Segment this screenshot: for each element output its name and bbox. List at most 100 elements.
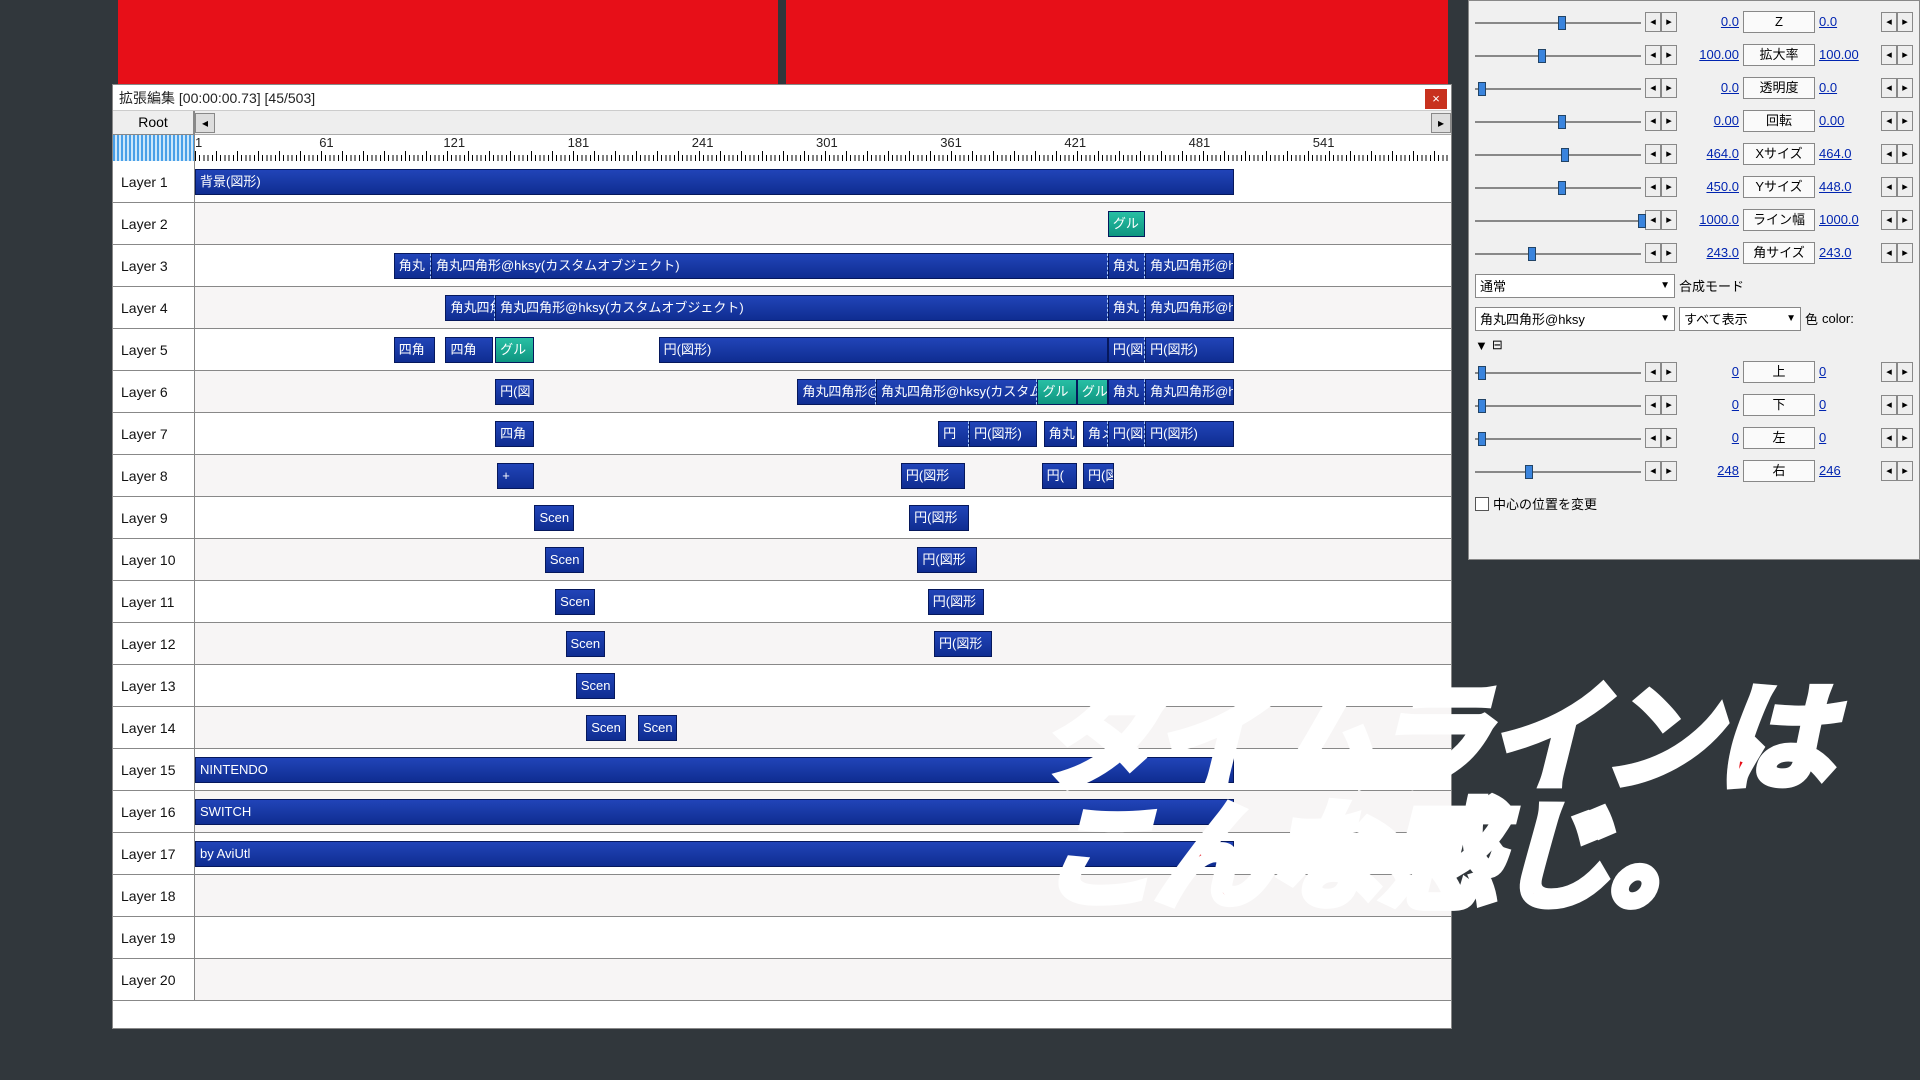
layer-label[interactable]: Layer 7 [113,413,195,455]
nudge-left-icon[interactable]: ◂ [1881,177,1897,197]
value-right[interactable]: 0 [1819,364,1877,379]
nudge-right-icon[interactable]: ▸ [1661,12,1677,32]
value-left[interactable]: 0.0 [1681,80,1739,95]
clip[interactable]: 円(図形) [969,421,1037,447]
nudge-left-icon[interactable]: ◂ [1881,111,1897,131]
track[interactable]: +円(図形円(円(図 [195,455,1451,497]
layer-label[interactable]: Layer 6 [113,371,195,413]
value-left[interactable]: 0.00 [1681,113,1739,128]
nudge-left-icon[interactable]: ◂ [1645,210,1661,230]
track[interactable]: 円(図角丸四角形@角丸四角形@hksy(カスタムグルグル角丸角丸四角形@h [195,371,1451,413]
nudge-right-icon[interactable]: ▸ [1897,45,1913,65]
layer-label[interactable]: Layer 11 [113,581,195,623]
nudge-left-icon[interactable]: ◂ [1881,461,1897,481]
clip[interactable]: 角丸四角形@h [1145,379,1234,405]
clip[interactable]: 四角 [394,337,435,363]
param-label[interactable]: 角サイズ [1743,242,1815,264]
value-right[interactable]: 0 [1819,430,1877,445]
nudge-right-icon[interactable]: ▸ [1661,177,1677,197]
layer-label[interactable]: Layer 8 [113,455,195,497]
nudge-left-icon[interactable]: ◂ [1881,210,1897,230]
nudge-right-icon[interactable]: ▸ [1661,78,1677,98]
param-label[interactable]: 透明度 [1743,77,1815,99]
clip[interactable]: 円 [938,421,969,447]
clip[interactable]: 円(図形 [928,589,984,615]
value-right[interactable]: 448.0 [1819,179,1877,194]
clip[interactable]: Scen [586,715,625,741]
track[interactable]: Scen円(図形 [195,539,1451,581]
value-right[interactable]: 100.00 [1819,47,1877,62]
nudge-left-icon[interactable]: ◂ [1881,45,1897,65]
value-left[interactable]: 100.00 [1681,47,1739,62]
clip[interactable]: 円(図形) [659,337,1108,363]
clip[interactable]: Scen [534,505,573,531]
value-left[interactable]: 0 [1681,430,1739,445]
nudge-right-icon[interactable]: ▸ [1897,461,1913,481]
clip[interactable]: 円(図形 [917,547,977,573]
value-right[interactable]: 0.0 [1819,80,1877,95]
param-label[interactable]: 左 [1743,427,1815,449]
nudge-left-icon[interactable]: ◂ [1645,78,1661,98]
clip[interactable]: 角丸四角形@ [797,379,876,405]
clip[interactable]: Scen [638,715,677,741]
clip[interactable]: グル [1037,379,1076,405]
track[interactable]: 角丸四角角丸四角形@hksy(カスタムオブジェクト)角丸角丸四角形@h [195,287,1451,329]
nudge-left-icon[interactable]: ◂ [1645,111,1661,131]
nudge-left-icon[interactable]: ◂ [1645,428,1661,448]
track[interactable]: グル [195,203,1451,245]
slider[interactable] [1475,429,1641,447]
nudge-left-icon[interactable]: ◂ [1645,45,1661,65]
value-left[interactable]: 0.0 [1681,14,1739,29]
clip[interactable]: 円(図 [1083,463,1114,489]
value-left[interactable]: 243.0 [1681,245,1739,260]
clip[interactable]: グル [1108,211,1145,237]
value-right[interactable]: 464.0 [1819,146,1877,161]
nudge-left-icon[interactable]: ◂ [1881,243,1897,263]
param-label[interactable]: 上 [1743,361,1815,383]
layer-label[interactable]: Layer 17 [113,833,195,875]
center-checkbox[interactable] [1475,497,1489,511]
layer-label[interactable]: Layer 20 [113,959,195,1001]
minimap[interactable] [113,135,194,161]
blend-mode-select[interactable]: 通常▼ [1475,274,1675,298]
clip[interactable]: 角丸四角 [445,295,495,321]
clip[interactable]: 背景(図形) [195,169,1234,195]
track[interactable]: Scen 円(図形 [195,581,1451,623]
value-right[interactable]: 0.0 [1819,14,1877,29]
nudge-left-icon[interactable]: ◂ [1645,395,1661,415]
nudge-right-icon[interactable]: ▸ [1661,461,1677,481]
clip[interactable]: 円(図形) [1145,337,1234,363]
nudge-left-icon[interactable]: ◂ [1881,144,1897,164]
slider[interactable] [1475,244,1641,262]
slider[interactable] [1475,46,1641,64]
layer-label[interactable]: Layer 12 [113,623,195,665]
layer-label[interactable]: Layer 18 [113,875,195,917]
layer-label[interactable]: Layer 15 [113,749,195,791]
nudge-right-icon[interactable]: ▸ [1661,362,1677,382]
nudge-right-icon[interactable]: ▸ [1661,210,1677,230]
clip[interactable]: Scen [555,589,594,615]
layer-label[interactable]: Layer 14 [113,707,195,749]
clip[interactable]: 角丸四角形@hksy(カスタムオブジェクト) [495,295,1108,321]
slider[interactable] [1475,112,1641,130]
clip[interactable]: 円(図形 [934,631,992,657]
value-left[interactable]: 248 [1681,463,1739,478]
slider[interactable] [1475,211,1641,229]
nudge-left-icon[interactable]: ◂ [1645,461,1661,481]
nudge-right-icon[interactable]: ▸ [1897,12,1913,32]
layer-label[interactable]: Layer 1 [113,161,195,203]
clip[interactable]: 角丸四角形@h [1145,253,1234,279]
clip[interactable]: 四角 [495,421,534,447]
slider[interactable] [1475,462,1641,480]
slider[interactable] [1475,13,1641,31]
nudge-left-icon[interactable]: ◂ [1881,362,1897,382]
clip[interactable]: 円(図形 [909,505,969,531]
layer-label[interactable]: Layer 2 [113,203,195,245]
nudge-right-icon[interactable]: ▸ [1897,428,1913,448]
param-label[interactable]: Yサイズ [1743,176,1815,198]
nudge-left-icon[interactable]: ◂ [1645,12,1661,32]
clip[interactable]: 円(図形) [1145,421,1234,447]
scroll-left-icon[interactable]: ◂ [195,113,215,133]
value-left[interactable]: 450.0 [1681,179,1739,194]
track[interactable] [195,959,1451,1001]
